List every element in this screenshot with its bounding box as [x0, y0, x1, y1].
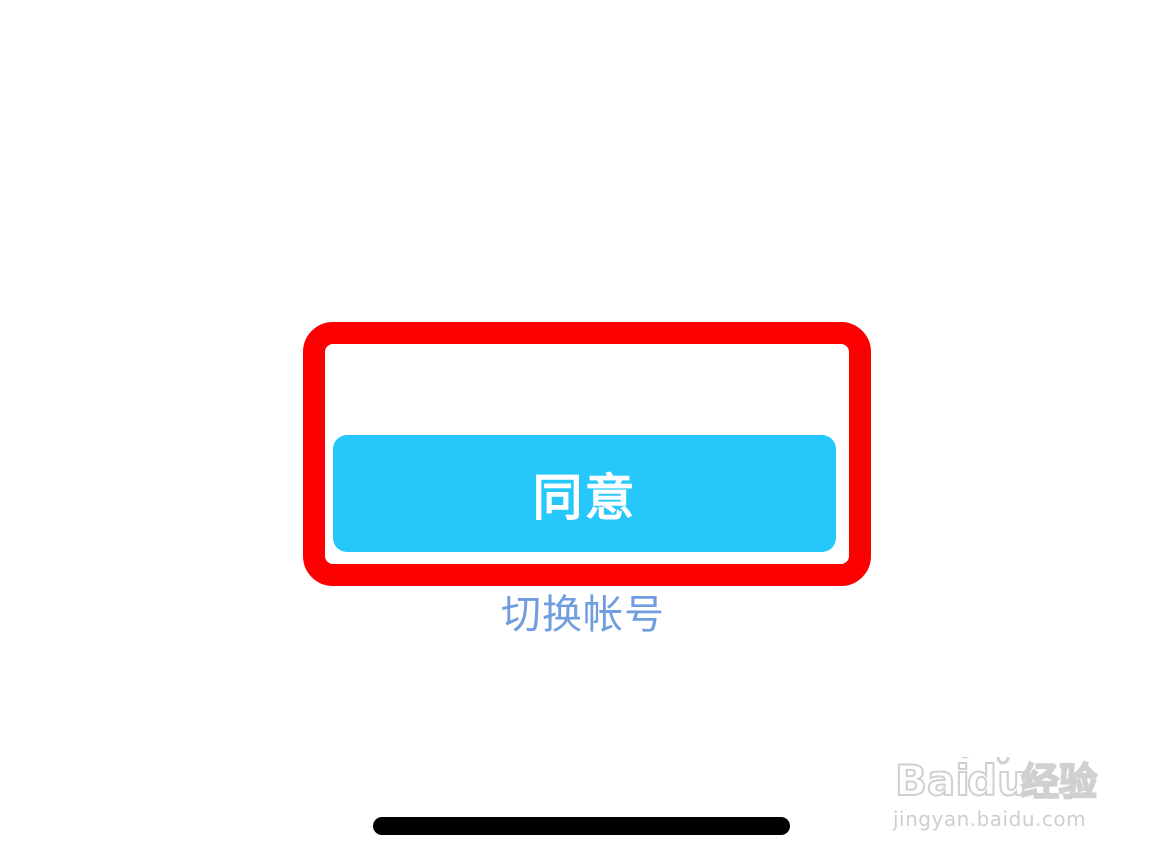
- home-indicator[interactable]: [373, 817, 790, 835]
- svg-text:Bai: Bai: [895, 757, 970, 803]
- watermark-url: jingyan.baidu.com: [893, 807, 1087, 831]
- screen: 同意 切换帐号 Bai du 经验 jingyan.baidu.com: [0, 0, 1166, 858]
- svg-text:经验: 经验: [1021, 760, 1097, 803]
- baidu-jingyan-watermark: Bai du 经验 jingyan.baidu.com: [893, 735, 1108, 835]
- svg-text:du: du: [967, 757, 1027, 803]
- baidu-paw-logo-icon: Bai du 经验: [894, 757, 1098, 803]
- agree-button[interactable]: 同意: [333, 435, 836, 552]
- switch-account-link[interactable]: 切换帐号: [483, 588, 683, 642]
